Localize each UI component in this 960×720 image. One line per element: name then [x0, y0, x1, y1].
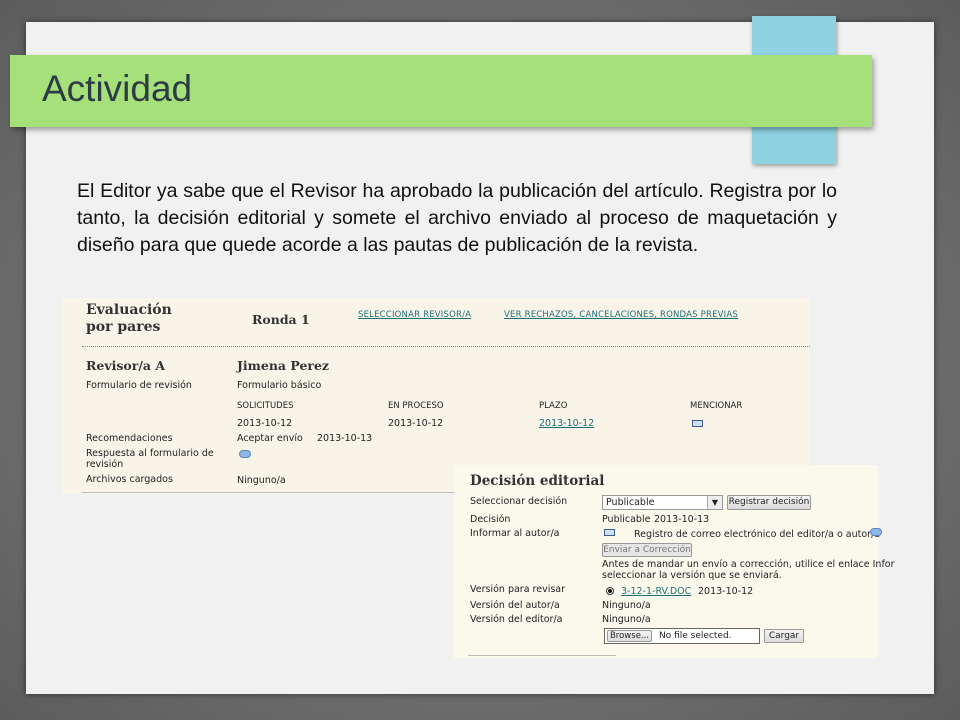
decision-date: 2013-10-13 [654, 514, 710, 525]
date-requests: 2013-10-12 [237, 418, 293, 429]
decision-select-value: Publicable [606, 497, 655, 508]
decision-label: Decisión [470, 514, 511, 525]
recommendation-value: Aceptar envío [237, 433, 303, 444]
slide-title: Actividad [42, 68, 193, 109]
form-label: Formulario de revisión [86, 380, 192, 391]
col-deadline: PLAZO [539, 401, 568, 411]
browse-button[interactable]: Browse... [607, 630, 652, 642]
review-version-radio[interactable] [606, 587, 614, 595]
mention-mail-icon[interactable] [692, 420, 703, 427]
file-upload-field[interactable]: Browse... No file selected. [604, 628, 760, 644]
recommendation-date: 2013-10-13 [317, 433, 373, 444]
review-version-date: 2013-10-12 [698, 586, 754, 597]
review-version-file-link[interactable]: 3-12-1-RV.DOC [621, 586, 691, 597]
email-log-text: Registro de correo electrónico del edito… [634, 529, 881, 540]
editorial-decision-panel: Decisión editorial Seleccionar decisión … [454, 465, 895, 658]
speech-bubble-icon[interactable] [239, 450, 251, 458]
decision-select[interactable]: Publicable ▼ [602, 495, 723, 510]
reviewer-label: Revisor/a A [86, 358, 166, 373]
correction-note-line1: Antes de mandar un envío a corrección, u… [602, 559, 895, 570]
response-label: Respuesta al formulario de revisión [86, 448, 214, 470]
peer-review-heading: Evaluación por pares [86, 302, 172, 336]
chevron-down-icon: ▼ [707, 496, 722, 509]
form-value: Formulario básico [237, 380, 322, 391]
reviewer-name: Jimena Perez [237, 358, 330, 373]
speech-bubble-icon[interactable] [870, 528, 882, 536]
select-decision-label: Seleccionar decisión [470, 496, 568, 507]
peer-review-heading-line2: por pares [86, 319, 161, 335]
files-value: Ninguno/a [237, 475, 286, 486]
decision-value: Publicable [602, 514, 651, 525]
col-requests: SOLICITUDES [237, 401, 294, 411]
files-label: Archivos cargados [86, 474, 173, 485]
decision-heading: Decisión editorial [470, 473, 605, 489]
editor-version-value: Ninguno/a [602, 614, 651, 625]
editor-version-label: Versión del editor/a [470, 614, 563, 625]
author-version-value: Ninguno/a [602, 600, 651, 611]
divider [468, 655, 616, 656]
divider [82, 346, 810, 347]
register-decision-button[interactable]: Registrar decisión [727, 495, 811, 510]
select-reviewer-link[interactable]: SELECCIONAR REVISOR/A [358, 310, 471, 320]
slide-body-text: El Editor ya sabe que el Revisor ha apro… [77, 180, 837, 256]
col-in-process: EN PROCESO [388, 401, 444, 411]
mail-icon[interactable] [604, 529, 615, 536]
upload-button[interactable]: Cargar [764, 629, 804, 643]
author-version-label: Versión del autor/a [470, 600, 560, 611]
no-file-text: No file selected. [659, 631, 732, 641]
col-mention: MENCIONAR [690, 401, 743, 411]
round-label: Ronda 1 [252, 312, 310, 327]
peer-review-heading-line1: Evaluación [86, 302, 172, 318]
deadline-link[interactable]: 2013-10-12 [539, 418, 594, 429]
send-to-correction-button[interactable]: Enviar a Corrección [602, 543, 692, 557]
review-version-label: Versión para revisar [470, 584, 566, 595]
date-in-process: 2013-10-12 [388, 418, 444, 429]
inform-author-label: Informar al autor/a [470, 528, 560, 539]
correction-note-line2: seleccionar la versión que se enviará. [602, 570, 782, 581]
view-rejections-link[interactable]: VER RECHAZOS, CANCELACIONES, RONDAS PREV… [504, 310, 738, 320]
divider [82, 492, 462, 493]
recommendations-label: Recomendaciones [86, 433, 173, 444]
